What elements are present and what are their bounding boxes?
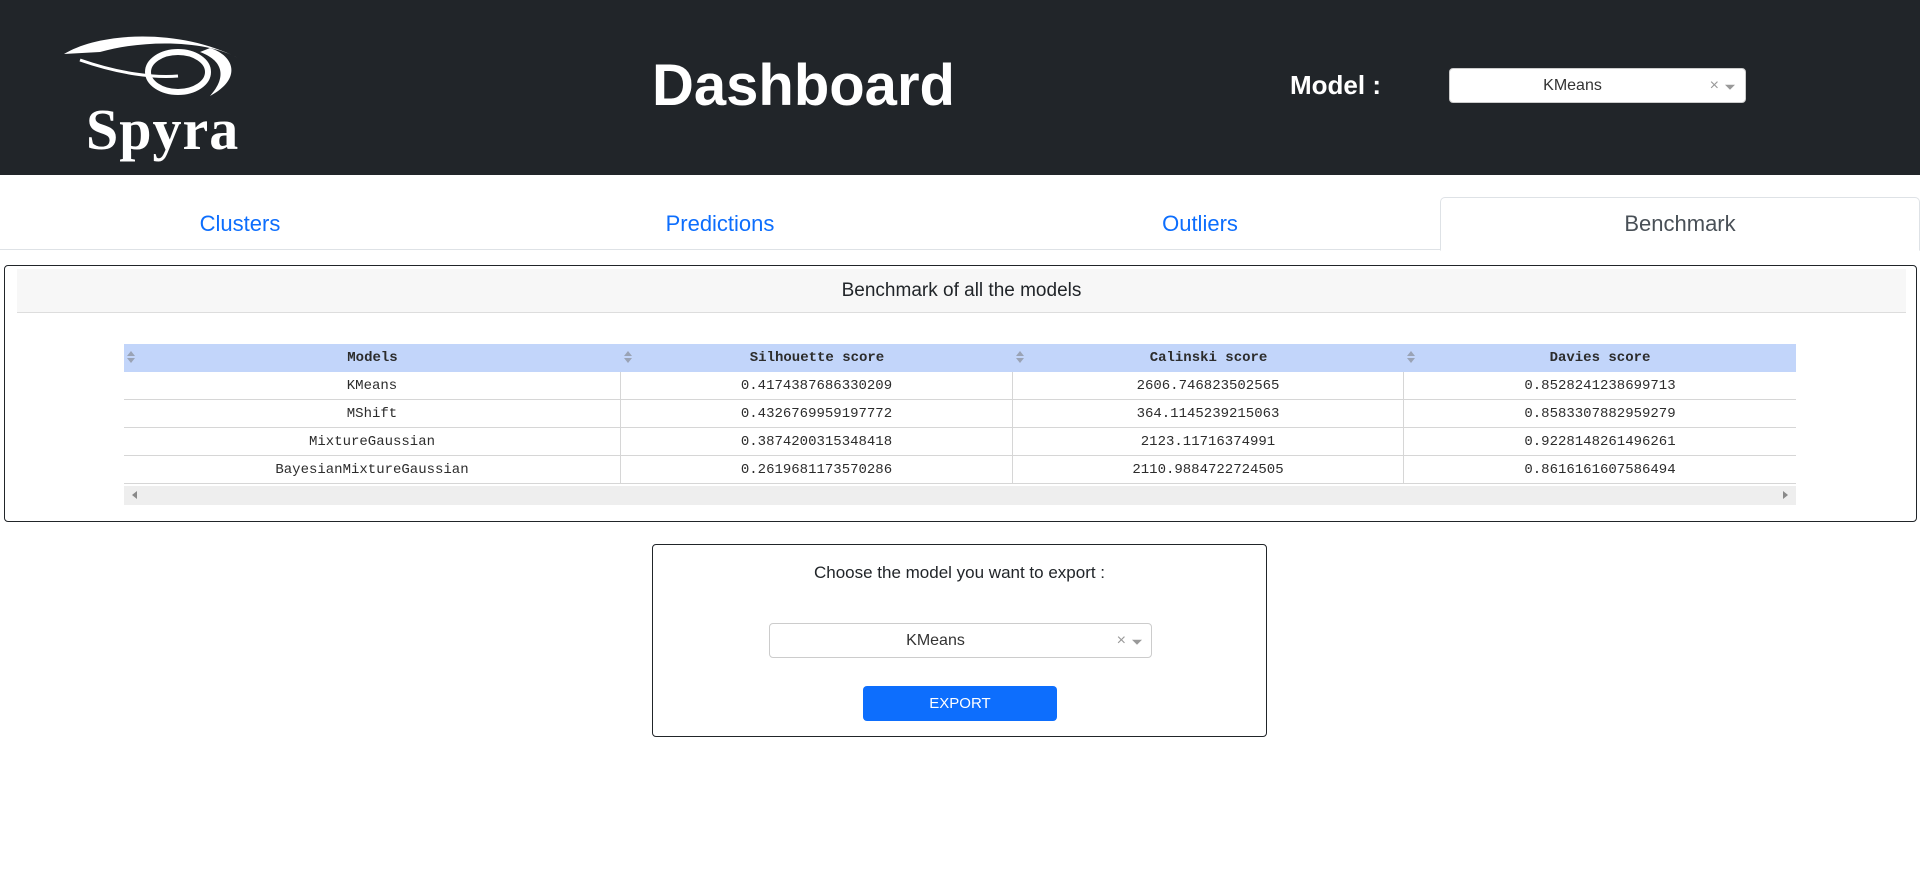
- model-select-value: KMeans: [1543, 76, 1602, 94]
- page-title: Dashboard: [652, 53, 955, 118]
- horizontal-scrollbar[interactable]: [124, 486, 1796, 505]
- clear-icon[interactable]: ×: [1117, 632, 1126, 650]
- column-header-davies[interactable]: Davies score: [1404, 344, 1796, 372]
- sort-icon[interactable]: [1406, 351, 1416, 365]
- export-button[interactable]: EXPORT: [863, 686, 1057, 721]
- tab-bar: Clusters Predictions Outliers Benchmark: [0, 197, 1920, 251]
- logo-text: Spyra: [86, 97, 240, 162]
- table-cell: 0.3874200315348418: [621, 428, 1013, 455]
- table-cell: 0.8528241238699713: [1524, 377, 1676, 394]
- column-header-silhouette[interactable]: Silhouette score: [621, 344, 1013, 372]
- tab-clusters[interactable]: Clusters: [0, 197, 480, 250]
- scroll-right-icon[interactable]: [1783, 491, 1788, 499]
- scroll-left-icon[interactable]: [132, 491, 137, 499]
- header-bar: Spyra Dashboard Model : KMeans ×: [0, 0, 1920, 175]
- export-model-select[interactable]: KMeans ×: [769, 623, 1152, 658]
- table-cell: 0.4174387686330209: [621, 372, 1013, 399]
- table-cell: BayesianMixtureGaussian: [124, 456, 621, 483]
- table-cell: 0.8583307882959279: [1524, 405, 1676, 422]
- sort-icon[interactable]: [126, 351, 136, 365]
- table-row: MixtureGaussian 0.3874200315348418 2123.…: [124, 428, 1796, 456]
- table-cell: 0.8616161607586494: [1524, 461, 1676, 478]
- column-header-label: Davies score: [1549, 350, 1651, 366]
- spyra-logo: Spyra: [60, 34, 250, 162]
- table-cell: MixtureGaussian: [124, 428, 621, 455]
- table-cell: 2123.11716374991: [1013, 428, 1404, 455]
- column-header-label: Calinski score: [1149, 350, 1268, 366]
- table-cell: 2606.746823502565: [1013, 372, 1404, 399]
- export-select-value: KMeans: [906, 631, 965, 649]
- clear-icon[interactable]: ×: [1710, 77, 1719, 95]
- table-row: BayesianMixtureGaussian 0.26196811735702…: [124, 456, 1796, 484]
- export-card: Choose the model you want to export : KM…: [652, 544, 1267, 737]
- tab-benchmark[interactable]: Benchmark: [1440, 197, 1920, 251]
- benchmark-card: Benchmark of all the models Models Silho…: [4, 265, 1917, 522]
- column-header-calinski[interactable]: Calinski score: [1013, 344, 1404, 372]
- tab-predictions[interactable]: Predictions: [480, 197, 960, 250]
- export-label: Choose the model you want to export :: [813, 563, 1106, 582]
- table-cell: 2110.9884722724505: [1013, 456, 1404, 483]
- table-row: KMeans 0.4174387686330209 2606.746823502…: [124, 372, 1796, 400]
- table-row: MShift 0.4326769959197772 364.1145239215…: [124, 400, 1796, 428]
- table-cell: 364.1145239215063: [1013, 400, 1404, 427]
- table-cell: 0.9228148261496261: [1524, 433, 1676, 450]
- column-header-label: Models: [347, 350, 398, 366]
- chevron-down-icon[interactable]: [1132, 639, 1142, 645]
- chevron-down-icon[interactable]: [1725, 84, 1735, 90]
- model-label: Model :: [1290, 70, 1381, 100]
- column-header-models[interactable]: Models: [124, 344, 621, 372]
- benchmark-table: Models Silhouette score Calinski score D…: [124, 344, 1796, 505]
- model-select[interactable]: KMeans ×: [1449, 68, 1746, 103]
- table-cell: 0.4326769959197772: [621, 400, 1013, 427]
- table-header-row: Models Silhouette score Calinski score D…: [124, 344, 1796, 372]
- benchmark-title: Benchmark of all the models: [17, 269, 1906, 313]
- column-header-label: Silhouette score: [749, 350, 885, 366]
- table-cell: MShift: [124, 400, 621, 427]
- table-cell: KMeans: [124, 372, 621, 399]
- sort-icon[interactable]: [623, 351, 633, 365]
- sort-icon[interactable]: [1015, 351, 1025, 365]
- table-cell: 0.2619681173570286: [621, 456, 1013, 483]
- tab-outliers[interactable]: Outliers: [960, 197, 1440, 250]
